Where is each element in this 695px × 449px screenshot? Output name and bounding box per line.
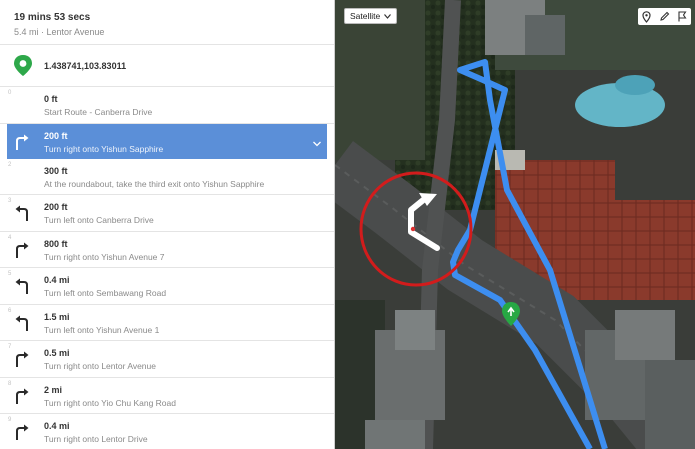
step-distance: 2 mi <box>44 384 63 395</box>
turn-right-icon <box>13 423 31 441</box>
flag-icon[interactable] <box>676 10 689 23</box>
direction-step[interactable]: 9 0.4 mi Turn right onto Lentor Drive <box>0 414 334 449</box>
start-location-row[interactable]: 1.438741,103.83011 <box>0 45 334 87</box>
turn-right-icon <box>13 241 31 259</box>
step-distance: 0.5 mi <box>44 348 70 358</box>
location-pin-icon <box>12 54 34 78</box>
route-distance-via: 5.4 mi · Lentor Avenue <box>14 27 105 37</box>
map-view[interactable]: Satellite <box>335 0 695 449</box>
step-number: 7 <box>8 344 12 350</box>
direction-step[interactable]: 0 0 ft Start Route - Canberra Drive <box>0 87 334 124</box>
step-instruction: Turn right onto Lentor Avenue <box>44 361 156 371</box>
step-number: 9 <box>8 417 12 423</box>
step-instruction: At the roundabout, take the third exit o… <box>44 178 265 189</box>
step-distance: 200 ft <box>44 202 68 212</box>
step-distance: 0.4 mi <box>44 421 70 431</box>
highlight-circle <box>359 171 473 287</box>
direction-step[interactable]: 8 2 mi Turn right onto Yio Chu Kang Road <box>0 378 334 414</box>
pin-icon[interactable] <box>640 10 653 23</box>
directions-panel: 19 mins 53 secs 5.4 mi · Lentor Avenue 1… <box>0 0 335 449</box>
step-instruction: Turn left onto Yishun Avenue 1 <box>44 324 160 335</box>
step-number: 3 <box>8 198 12 204</box>
step-distance: 0 ft <box>44 94 58 104</box>
step-number: 0 <box>8 90 12 96</box>
direction-step[interactable]: 7 0.5 mi Turn right onto Lentor Avenue <box>0 341 334 378</box>
step-instruction: Turn left onto Sembawang Road <box>44 288 167 298</box>
map-type-label: Satellite <box>350 11 381 21</box>
direction-step[interactable]: 4 800 ft Turn right onto Yishun Avenue 7 <box>0 232 334 268</box>
step-number: 4 <box>8 234 12 241</box>
direction-step[interactable]: 1200 ftTurn right onto Yishun Sapphire <box>7 123 327 159</box>
turn-right-icon <box>13 350 31 368</box>
step-instruction: Start Route - Canberra Drive <box>44 107 153 117</box>
step-instruction: Turn right onto Lentor Drive <box>44 434 148 444</box>
direction-step[interactable]: 3 200 ft Turn left onto Canberra Drive <box>0 195 334 232</box>
step-instruction: Turn left onto Canberra Drive <box>44 215 154 225</box>
direction-step[interactable]: 5 0.4 mi Turn left onto Sembawang Road <box>0 268 334 305</box>
step-distance: 0.4 mi <box>44 275 70 285</box>
step-distance: 1.5 mi <box>44 311 70 322</box>
step-instruction: Turn right onto Yishun Avenue 7 <box>44 251 165 262</box>
step-distance: 800 ft <box>44 238 68 249</box>
step-number: 6 <box>8 307 12 314</box>
destination-marker-icon[interactable] <box>499 300 523 330</box>
step-number: 2 <box>8 161 12 168</box>
step-instruction: Turn right onto Yishun Sapphire <box>44 143 164 154</box>
chevron-down-icon <box>384 13 392 19</box>
step-instruction: Turn right onto Yio Chu Kang Road <box>44 397 176 408</box>
step-number: 5 <box>8 271 12 277</box>
map-type-select[interactable]: Satellite <box>344 8 398 24</box>
pencil-icon[interactable] <box>658 10 671 23</box>
direction-step[interactable]: 6 1.5 mi Turn left onto Yishun Avenue 1 <box>0 305 334 341</box>
directions-list: 00 ftStart Route - Canberra Drive1200 ft… <box>0 87 334 449</box>
turn-left-icon <box>13 277 31 295</box>
route-time: 19 mins 53 secs <box>14 12 91 23</box>
turn-right-icon <box>13 387 31 405</box>
step-distance: 200 ft <box>44 130 68 141</box>
turn-left-icon <box>13 314 31 332</box>
route-summary: 19 mins 53 secs 5.4 mi · Lentor Avenue <box>0 0 334 45</box>
chevron-down-icon[interactable] <box>312 136 322 146</box>
direction-step[interactable]: 2 300 ft At the roundabout, take the third… <box>0 159 334 195</box>
start-coordinates: 1.438741,103.83011 <box>44 60 127 71</box>
step-number: 8 <box>8 380 12 387</box>
step-distance: 300 ft <box>44 165 68 176</box>
map-toolbar <box>638 8 691 25</box>
turn-left-icon <box>13 204 31 222</box>
turn-right-icon <box>13 133 31 151</box>
